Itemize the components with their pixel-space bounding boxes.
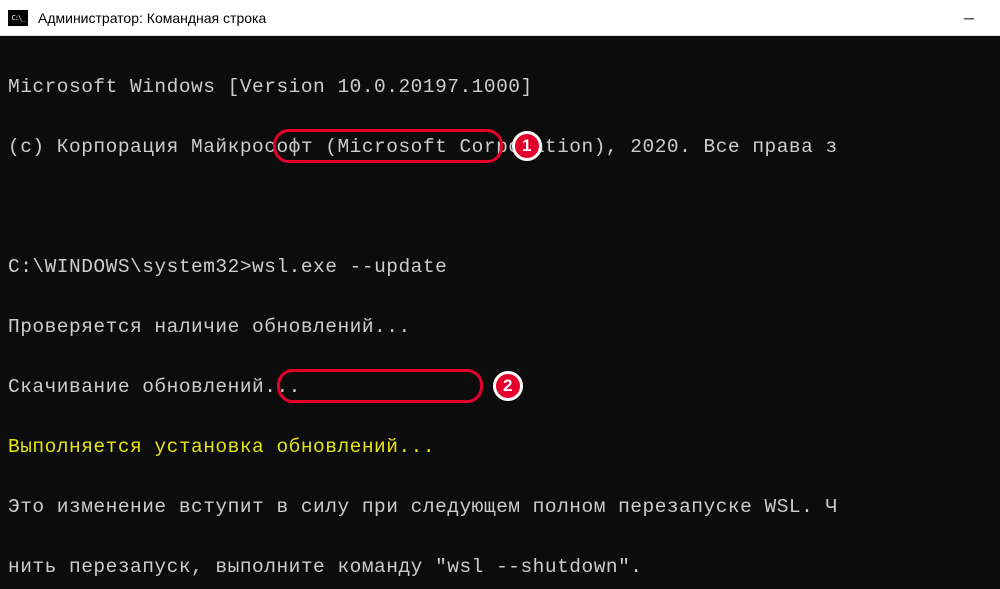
terminal-line: Выполняется установка обновлений...	[8, 432, 992, 462]
terminal-line	[8, 192, 992, 222]
terminal-line: Проверяется наличие обновлений...	[8, 312, 992, 342]
command-text: wsl.exe --update	[252, 256, 447, 278]
terminal-line: C:\WINDOWS\system32>wsl.exe --update	[8, 252, 992, 282]
prompt-path: C:\WINDOWS\system32>	[8, 256, 252, 278]
window-titlebar: Администратор: Командная строка ─	[0, 0, 1000, 36]
window-title: Администратор: Командная строка	[38, 10, 266, 26]
terminal-line: нить перезапуск, выполните команду "wsl …	[8, 552, 992, 582]
terminal-line: (c) Корпорация Майкрософт (Microsoft Cor…	[8, 132, 992, 162]
terminal-line: Microsoft Windows [Version 10.0.20197.10…	[8, 72, 992, 102]
terminal-output[interactable]: Microsoft Windows [Version 10.0.20197.10…	[0, 36, 1000, 589]
cmd-icon	[8, 10, 28, 26]
minimize-button[interactable]: ─	[946, 2, 992, 34]
window-controls: ─	[946, 2, 992, 34]
terminal-line: Это изменение вступит в силу при следующ…	[8, 492, 992, 522]
terminal-line: Скачивание обновлений...	[8, 372, 992, 402]
